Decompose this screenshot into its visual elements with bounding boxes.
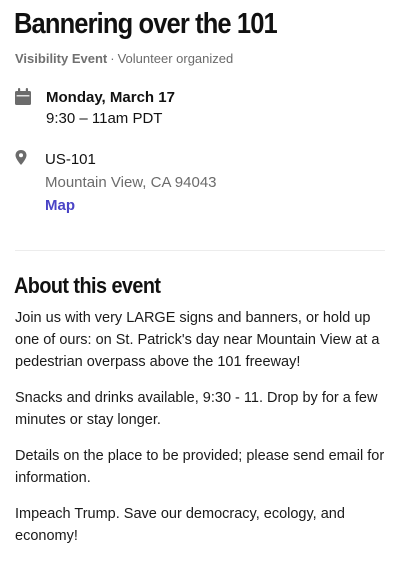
calendar-icon xyxy=(15,88,31,106)
about-heading: About this event xyxy=(14,273,161,298)
address-line-1: US-101 xyxy=(45,151,96,168)
organizer-label: Volunteer organized xyxy=(117,51,234,66)
about-paragraph: Details on the place to be provided; ple… xyxy=(15,448,385,486)
about-paragraph: Impeach Trump. Save our democracy, ecolo… xyxy=(15,506,345,544)
subtitle-separator: · xyxy=(110,51,115,66)
event-title: Bannering over the 101 xyxy=(14,8,278,40)
section-divider xyxy=(15,250,385,251)
map-pin-icon xyxy=(15,149,31,167)
event-date-row: Monday, March 17 9:30 – 11am PDT xyxy=(15,88,175,130)
address-line-2: Mountain View, CA 94043 xyxy=(45,174,217,191)
map-link[interactable]: Map xyxy=(45,195,75,217)
event-subtitle: Visibility Event · Volunteer organized xyxy=(15,51,233,66)
about-description: Join us with very LARGE signs and banner… xyxy=(15,307,390,561)
event-type-label: Visibility Event xyxy=(15,51,108,66)
event-location-row: US-101 Mountain View, CA 94043 Map xyxy=(15,149,217,217)
event-date: Monday, March 17 xyxy=(46,89,175,106)
about-paragraph: Snacks and drinks available, 9:30 - 11. … xyxy=(15,390,378,428)
event-time: 9:30 – 11am PDT xyxy=(46,110,163,127)
about-paragraph: Join us with very LARGE signs and banner… xyxy=(15,310,380,370)
